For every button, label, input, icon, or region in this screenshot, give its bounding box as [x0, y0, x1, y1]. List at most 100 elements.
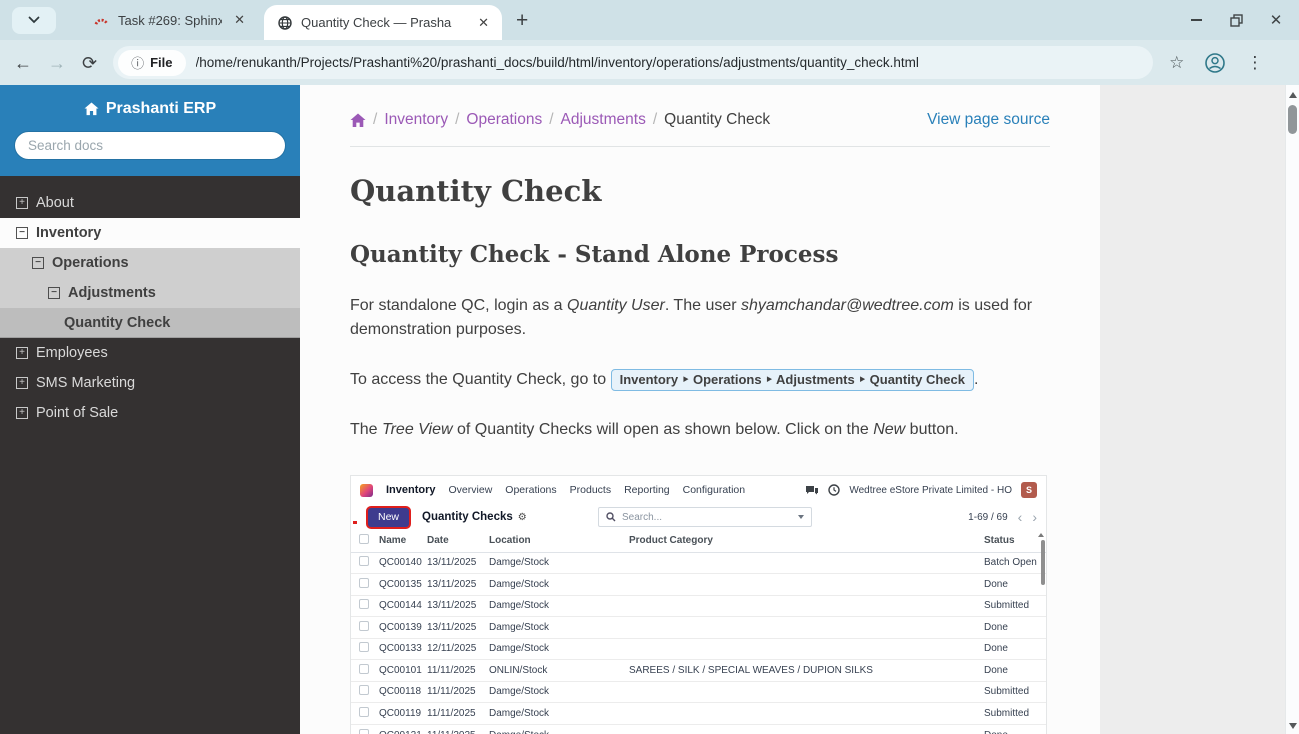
info-icon: ⓘ: [131, 56, 145, 71]
row-checkbox-cell: [351, 723, 377, 734]
breadcrumb-home-link[interactable]: [350, 113, 366, 128]
text: .: [974, 371, 979, 388]
sidebar-item-about[interactable]: + About: [0, 188, 300, 218]
docs-sidebar: Prashanti ERP +About−Inventory−Operation…: [0, 85, 300, 734]
cell-date: 11/11/2025: [425, 680, 487, 703]
paragraph-access: To access the Quantity Check, go to Inve…: [350, 368, 1050, 392]
pager-previous-icon: ‹: [1017, 509, 1023, 525]
odoo-systray: Wedtree eStore Private Limited - HO S: [805, 482, 1037, 498]
cell-name: QC00135: [377, 573, 425, 595]
profile-button[interactable]: [1204, 52, 1226, 74]
cell-location: Damge/Stock: [487, 573, 627, 595]
user-avatar: S: [1021, 482, 1037, 498]
page-scrollbar[interactable]: [1285, 85, 1299, 734]
brand-home-link[interactable]: Prashanti ERP: [14, 100, 286, 118]
cell-date: 13/11/2025: [425, 573, 487, 595]
restore-button[interactable]: [1229, 13, 1243, 27]
red-arc-logo-icon: [94, 18, 109, 25]
minimize-icon: [1190, 19, 1202, 21]
breadcrumb-link-inventory[interactable]: Inventory: [384, 111, 448, 129]
page-title: Quantity Check: [350, 174, 602, 208]
view-page-source-link[interactable]: View page source: [927, 111, 1050, 129]
bookmark-star-button[interactable]: ☆: [1169, 53, 1184, 73]
brand-label: Prashanti ERP: [105, 100, 217, 117]
close-window-button[interactable]: ✕: [1269, 12, 1283, 29]
cell-date: 11/11/2025: [425, 702, 487, 724]
sidebar-item-inventory[interactable]: − Inventory: [0, 218, 300, 248]
column-header-status: Status: [982, 530, 1046, 553]
tab-title: Task #269: Sphinx docum: [118, 12, 223, 28]
sidebar-item-quantity-check[interactable]: Quantity Check: [0, 308, 300, 338]
breadcrumb-link-adjustments[interactable]: Adjustments: [561, 111, 646, 129]
sidebar-item-operations[interactable]: − Operations: [0, 248, 300, 278]
sidebar-item-sms-marketing[interactable]: + SMS Marketing: [0, 368, 300, 398]
sidebar-item-employees[interactable]: + Employees: [0, 338, 300, 368]
paragraph-login: For standalone QC, login as a Quantity U…: [350, 294, 1050, 342]
text: . The user: [664, 297, 742, 314]
row-checkbox: [359, 556, 369, 567]
table-scroll-up-icon: [1038, 533, 1044, 537]
table-row: QC00144 13/11/2025 Damge/Stock Submitted: [351, 594, 1046, 617]
page-area: Prashanti ERP +About−Inventory−Operation…: [0, 85, 1299, 734]
odoo-pager: 1-69 / 69 ‹ ›: [968, 510, 1037, 524]
select-all-checkbox: [359, 534, 369, 545]
pager-next-icon: ›: [1032, 509, 1037, 525]
cell-status: Done: [982, 723, 1046, 734]
pager-range: 1-69 / 69: [968, 511, 1008, 523]
header-checkbox-cell: [351, 530, 377, 553]
breadcrumb: / Inventory / Operations / Adjustments / Quant…: [350, 111, 1050, 129]
collapse-icon[interactable]: −: [32, 257, 44, 269]
annotation-mark: [353, 521, 357, 524]
scrollbar-thumb[interactable]: [1288, 105, 1297, 134]
cell-date: 13/11/2025: [425, 616, 487, 638]
cell-location: Damge/Stock: [487, 637, 627, 660]
table-row: QC00139 13/11/2025 Damge/Stock Done: [351, 616, 1046, 638]
expand-icon[interactable]: +: [16, 377, 28, 389]
address-bar[interactable]: ⓘ File /home/renukanth/Projects/Prashant…: [113, 46, 1154, 79]
cell-date: 13/11/2025: [427, 557, 477, 569]
sidebar-item-point-of-sale[interactable]: + Point of Sale: [0, 398, 300, 428]
cell-status: Done: [982, 659, 1046, 681]
paragraph-tree-view: The Tree View of Quantity Checks will op…: [350, 418, 1050, 442]
odoo-app-name: Inventory: [386, 484, 436, 496]
expand-icon[interactable]: +: [16, 347, 28, 359]
tab-task-269[interactable]: Task #269: Sphinx docum ✕: [80, 0, 258, 40]
breadcrumb-separator: /: [549, 111, 554, 128]
cell-name: QC00144: [377, 594, 425, 617]
back-button[interactable]: ←: [14, 54, 32, 72]
cell-category: [627, 702, 982, 724]
window-controls: ✕: [1189, 0, 1283, 40]
content-right-gap: [1100, 85, 1285, 734]
cell-category: [627, 723, 982, 734]
expand-icon[interactable]: +: [16, 407, 28, 419]
sidebar-item-adjustments[interactable]: − Adjustments: [0, 278, 300, 308]
cell-category: SAREES / SILK / SPECIAL WEAVES / DUPION …: [627, 659, 982, 681]
tab-search-button[interactable]: [12, 6, 56, 34]
collapse-icon[interactable]: −: [48, 287, 60, 299]
site-info-chip[interactable]: ⓘ File: [118, 49, 186, 76]
tab-close-button[interactable]: ✕: [475, 15, 492, 31]
browser-menu-button[interactable]: ⋮: [1246, 53, 1263, 73]
scroll-down-arrow[interactable]: [1289, 723, 1297, 729]
tab-close-button[interactable]: ✕: [231, 12, 248, 28]
expand-icon[interactable]: +: [16, 197, 28, 209]
minimize-button[interactable]: [1189, 13, 1203, 27]
sidebar-item-label: Inventory: [36, 225, 102, 241]
odoo-app-icon: [360, 483, 373, 497]
sidebar-nav: + About − Inventory − Operations − Adjustments Q…: [0, 176, 300, 428]
tab-quantity-check[interactable]: Quantity Check — Prasha ✕: [264, 5, 502, 40]
search-input[interactable]: [14, 131, 286, 160]
reload-button[interactable]: ⟳: [82, 54, 97, 72]
odoo-menu-products: Products: [569, 484, 612, 496]
breadcrumb-link-operations[interactable]: Operations: [466, 111, 542, 129]
sidebar-header: Prashanti ERP: [0, 85, 300, 176]
content-wrap: / Inventory / Operations / Adjustments / Quant…: [300, 85, 1285, 734]
scroll-up-arrow[interactable]: [1289, 92, 1297, 98]
collapse-icon[interactable]: −: [16, 227, 28, 239]
table-row: QC0012111/11/2025Damge/Stock Done: [351, 723, 1046, 734]
new-tab-button[interactable]: +: [516, 10, 528, 31]
column-header-product-category: Product Category: [627, 530, 982, 553]
cell-status: Submitted: [982, 680, 1046, 703]
forward-button[interactable]: →: [48, 54, 66, 72]
text: The: [350, 421, 383, 438]
